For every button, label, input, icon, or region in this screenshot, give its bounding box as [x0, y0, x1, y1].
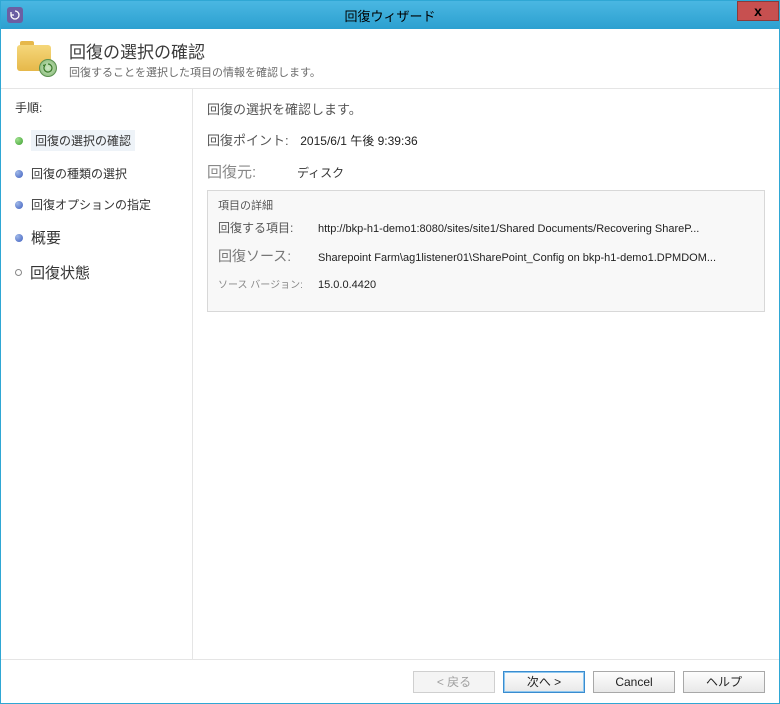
titlebar: 回復ウィザード x [1, 1, 779, 29]
detail-label: ソース バージョン: [218, 276, 318, 291]
recovery-source-row: 回復元: ディスク [207, 161, 765, 182]
wizard-footer: < 戻る 次へ > Cancel ヘルプ [1, 659, 779, 703]
wizard-window: 回復ウィザード x 回復の選択の確認 回復することを選択した項目の情報を確認しま… [0, 0, 780, 704]
step-label: 回復状態 [30, 262, 90, 283]
page-title: 回復の選択の確認 [69, 38, 321, 63]
bullet-empty-icon [15, 269, 22, 276]
step-select-type[interactable]: 回復の種類の選択 [15, 165, 192, 182]
wizard-body: 手順: 回復の選択の確認 回復の種類の選択 回復オプションの指定 概要 回復状態 [1, 89, 779, 659]
step-label: 回復オプションの指定 [31, 196, 151, 213]
bullet-pending-icon [15, 170, 23, 178]
detail-value: 15.0.0.4420 [318, 279, 376, 291]
recovery-point-value: 2015/6/1 午後 9:39:36 [300, 134, 417, 148]
back-button-label: < 戻る [437, 673, 471, 690]
step-specify-options[interactable]: 回復オプションの指定 [15, 196, 192, 213]
item-details-group: 項目の詳細 回復する項目: http://bkp-h1-demo1:8080/s… [207, 190, 765, 312]
main-panel: 回復の選択を確認します。 回復ポイント: 2015/6/1 午後 9:39:36… [193, 89, 779, 659]
bullet-pending-icon [15, 201, 23, 209]
step-status[interactable]: 回復状態 [15, 262, 192, 283]
detail-row-item: 回復する項目: http://bkp-h1-demo1:8080/sites/s… [218, 219, 754, 236]
recovery-source-label: 回復元: [207, 161, 297, 182]
recovery-folder-icon [17, 41, 57, 77]
bullet-pending-icon [15, 234, 23, 242]
help-button[interactable]: ヘルプ [683, 671, 765, 693]
close-button[interactable]: x [737, 1, 779, 21]
detail-value: http://bkp-h1-demo1:8080/sites/site1/Sha… [318, 223, 699, 235]
window-title: 回復ウィザード [1, 6, 779, 25]
next-button[interactable]: 次へ > [503, 671, 585, 693]
step-label: 回復の種類の選択 [31, 165, 127, 182]
step-summary[interactable]: 概要 [15, 227, 192, 248]
recovery-point-label: 回復ポイント: [207, 133, 289, 148]
detail-value: Sharepoint Farm\ag1listener01\SharePoint… [318, 252, 716, 264]
steps-heading: 手順: [15, 99, 192, 116]
help-button-label: ヘルプ [706, 673, 742, 690]
instruction-text: 回復の選択を確認します。 [207, 99, 765, 118]
detail-row-source: 回復ソース: Sharepoint Farm\ag1listener01\Sha… [218, 246, 754, 266]
close-icon: x [754, 3, 762, 19]
detail-row-version: ソース バージョン: 15.0.0.4420 [218, 276, 754, 291]
cancel-button[interactable]: Cancel [593, 671, 675, 693]
bullet-current-icon [15, 137, 23, 145]
item-details-title: 項目の詳細 [218, 197, 754, 213]
back-button: < 戻る [413, 671, 495, 693]
recovery-point-row: 回復ポイント: 2015/6/1 午後 9:39:36 [207, 130, 765, 149]
step-confirm-selection[interactable]: 回復の選択の確認 [15, 130, 192, 151]
steps-sidebar: 手順: 回復の選択の確認 回復の種類の選択 回復オプションの指定 概要 回復状態 [1, 89, 193, 659]
detail-label: 回復ソース: [218, 246, 318, 266]
page-subtitle: 回復することを選択した項目の情報を確認します。 [69, 64, 321, 80]
step-label: 回復の選択の確認 [31, 130, 135, 151]
next-button-label: 次へ > [527, 673, 561, 690]
cancel-button-label: Cancel [615, 675, 652, 689]
recovery-source-value: ディスク [297, 164, 344, 181]
step-label: 概要 [31, 227, 61, 248]
detail-label: 回復する項目: [218, 219, 318, 236]
wizard-header: 回復の選択の確認 回復することを選択した項目の情報を確認します。 [1, 29, 779, 89]
